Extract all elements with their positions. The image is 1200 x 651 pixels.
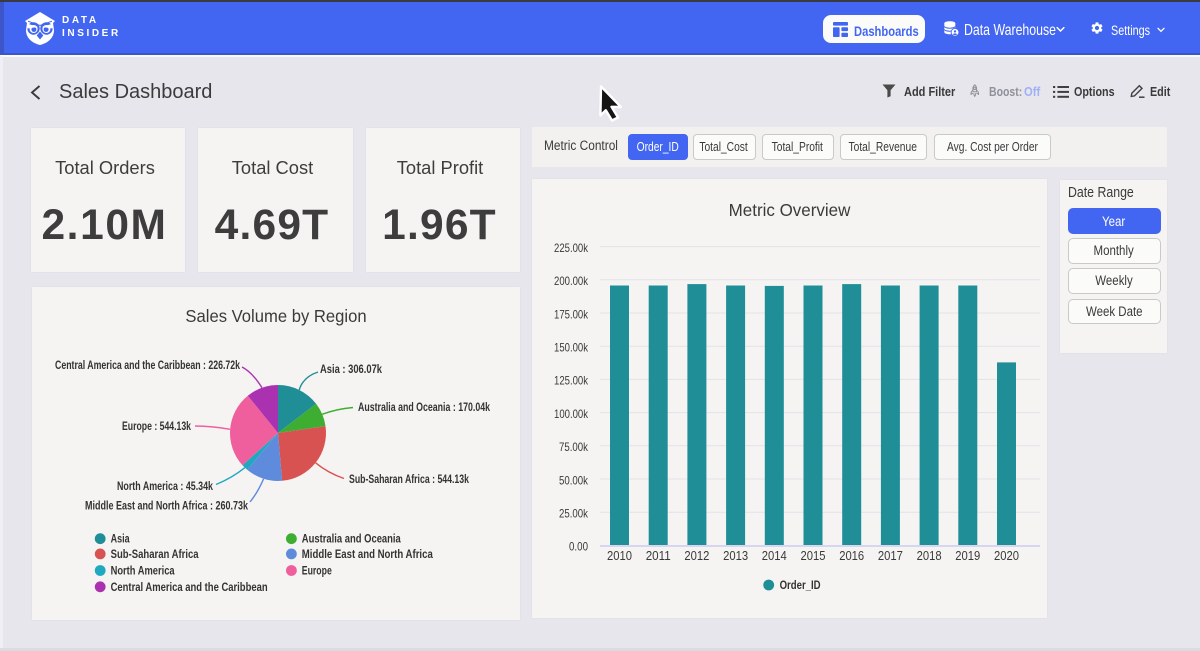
svg-text:2018: 2018 [917,549,942,563]
svg-text:225.00k: 225.00k [554,241,589,255]
svg-text:2011: 2011 [646,549,671,563]
svg-text:2012: 2012 [684,549,709,563]
svg-text:50.00k: 50.00k [559,473,589,487]
svg-text:Asia: Asia [111,534,130,546]
svg-text:2013: 2013 [723,549,748,563]
svg-text:200.00k: 200.00k [554,274,589,288]
svg-text:2020: 2020 [994,549,1019,563]
svg-text:2016: 2016 [839,549,864,563]
svg-text:150.00k: 150.00k [554,341,589,355]
svg-text:Europe : 544.13k: Europe : 544.13k [122,419,191,433]
svg-text:175.00k: 175.00k [554,307,589,321]
svg-text:Middle East and North Africa :: Middle East and North Africa : 260.73k [85,499,248,513]
svg-text:Sub-Saharan Africa: Sub-Saharan Africa [111,549,199,561]
svg-text:2014: 2014 [762,549,787,563]
svg-text:Asia : 306.07k: Asia : 306.07k [320,362,382,376]
svg-text:Europe: Europe [302,566,332,578]
svg-text:0.00: 0.00 [569,540,588,554]
svg-text:125.00k: 125.00k [554,374,589,388]
svg-text:2019: 2019 [955,549,980,563]
svg-text:75.00k: 75.00k [559,440,589,454]
svg-text:25.00k: 25.00k [559,507,589,521]
svg-text:Order_ID: Order_ID [780,578,821,592]
svg-text:Middle East and North Africa: Middle East and North Africa [302,549,434,561]
svg-text:Sub-Saharan Africa : 544.13k: Sub-Saharan Africa : 544.13k [349,472,469,486]
svg-text:2015: 2015 [801,549,826,563]
svg-text:2017: 2017 [878,549,903,563]
svg-text:North America : 45.34k: North America : 45.34k [117,479,213,493]
svg-text:2010: 2010 [607,549,632,563]
svg-text:Australia and Oceania : 170.04: Australia and Oceania : 170.04k [358,400,490,414]
svg-text:North America: North America [111,566,175,578]
svg-text:100.00k: 100.00k [554,407,589,421]
svg-text:Central America and the Caribb: Central America and the Caribbean : 226.… [55,358,240,372]
svg-text:Central America and the Caribb: Central America and the Caribbean [111,582,268,594]
svg-text:Australia and Oceania: Australia and Oceania [302,534,401,546]
